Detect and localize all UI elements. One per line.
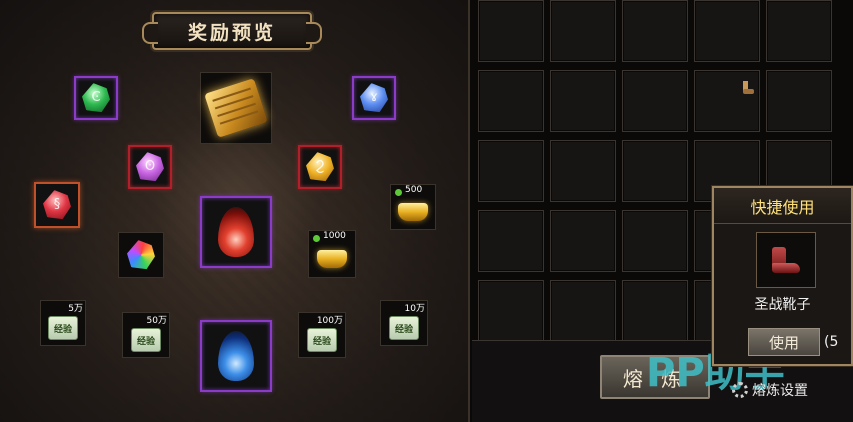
- reward-slot-red-gem[interactable]: §: [34, 182, 80, 228]
- inventory-slot[interactable]: [478, 140, 544, 202]
- amount-dot-icon: [313, 235, 320, 242]
- gold-ingot-icon: [398, 203, 428, 221]
- inventory-slot[interactable]: [550, 0, 616, 62]
- exp-text: 经验: [136, 336, 155, 347]
- smelt-settings-label: 熔炼设置: [752, 383, 808, 399]
- reward-slot-ingot-1000[interactable]: 1000: [308, 230, 356, 278]
- quick-use-item-slot[interactable]: [756, 232, 816, 288]
- ingot-amount: 500: [405, 185, 423, 195]
- inventory-slot[interactable]: [478, 280, 544, 342]
- reward-title: 奖励预览: [187, 21, 276, 44]
- inventory-slot[interactable]: [478, 70, 544, 132]
- inventory-slot[interactable]: [694, 0, 760, 62]
- reward-slot-exp-5w[interactable]: 5万 经验: [40, 300, 86, 346]
- red-gem-icon: §: [40, 188, 73, 221]
- exp-amount: 50万: [146, 316, 167, 326]
- inventory-slot[interactable]: [766, 0, 832, 62]
- red-flame-icon: [218, 207, 254, 257]
- gold-ingot-icon: [317, 250, 347, 268]
- inventory-slot[interactable]: [622, 0, 688, 62]
- reward-slot-pink-gem[interactable]: ʘ: [128, 145, 172, 189]
- reward-preview-panel: 奖励预览 Ͼ ɤ ʘ Ϩ § 500 1000 5万 经验 50万 经验 100…: [0, 0, 470, 422]
- reward-slot-exp-50w[interactable]: 50万 经验: [122, 312, 170, 358]
- exp-amount: 10万: [404, 304, 425, 314]
- exp-text: 经验: [312, 336, 331, 347]
- inventory-slot[interactable]: [622, 210, 688, 272]
- inventory-slot[interactable]: [550, 70, 616, 132]
- reward-slot-yellow-gem[interactable]: Ϩ: [298, 145, 342, 189]
- reward-title-plate: 奖励预览: [142, 12, 322, 50]
- inventory-slot[interactable]: [550, 140, 616, 202]
- inventory-slot[interactable]: [550, 210, 616, 272]
- exp-text: 经验: [394, 324, 413, 335]
- yellow-gem-icon: Ϩ: [303, 150, 336, 183]
- use-button[interactable]: 使用: [748, 328, 820, 356]
- inventory-slot[interactable]: [622, 70, 688, 132]
- reward-slot-red-flame[interactable]: [200, 196, 272, 268]
- reward-slot-exp-100w[interactable]: 100万 经验: [298, 312, 346, 358]
- inventory-slot[interactable]: [766, 70, 832, 132]
- quick-use-item-name: 圣战靴子: [754, 297, 811, 313]
- exp-scroll-icon: 经验: [48, 316, 78, 340]
- amount-dot-icon: [395, 189, 402, 196]
- inventory-slot[interactable]: [478, 210, 544, 272]
- inventory-slot[interactable]: [622, 280, 688, 342]
- exp-text: 经验: [53, 324, 72, 335]
- reward-slot-blue-flame[interactable]: [200, 320, 272, 392]
- green-gem-icon: Ͼ: [79, 81, 112, 114]
- reward-slot-skill-book[interactable]: [200, 72, 272, 144]
- exp-amount: 100万: [316, 316, 343, 326]
- inventory-slot[interactable]: [478, 0, 544, 62]
- reward-slot-ingot-500[interactable]: 500: [390, 184, 436, 230]
- inventory-slot[interactable]: [550, 280, 616, 342]
- quick-use-title: 快捷使用: [714, 188, 851, 224]
- exp-scroll-icon: 经验: [307, 328, 337, 352]
- reward-slot-exp-10w[interactable]: 10万 经验: [380, 300, 428, 346]
- exp-amount: 5万: [68, 304, 83, 314]
- pink-gem-icon: ʘ: [133, 150, 166, 183]
- smelt-settings[interactable]: 熔炼设置: [732, 380, 808, 400]
- blue-gem-icon: ɤ: [357, 81, 390, 114]
- ingot-amount: 1000: [323, 231, 346, 241]
- blue-flame-icon: [218, 331, 254, 381]
- reward-slot-green-gem[interactable]: Ͼ: [74, 76, 118, 120]
- reward-slot-blue-gem[interactable]: ɤ: [352, 76, 396, 120]
- reward-slot-rainbow-gem[interactable]: [118, 232, 164, 278]
- quick-use-popup: 快捷使用 圣战靴子 使用 (5: [712, 186, 853, 366]
- boots-icon: [766, 245, 806, 275]
- exp-scroll-icon: 经验: [131, 328, 161, 352]
- inventory-slot[interactable]: [622, 140, 688, 202]
- gear-icon: [732, 382, 748, 398]
- skill-book-icon: [204, 78, 268, 138]
- quick-use-count: (5: [824, 334, 839, 350]
- exp-scroll-icon: 经验: [389, 316, 419, 340]
- rainbow-gem-icon: [124, 238, 157, 271]
- boot-item-icon[interactable]: [740, 80, 756, 96]
